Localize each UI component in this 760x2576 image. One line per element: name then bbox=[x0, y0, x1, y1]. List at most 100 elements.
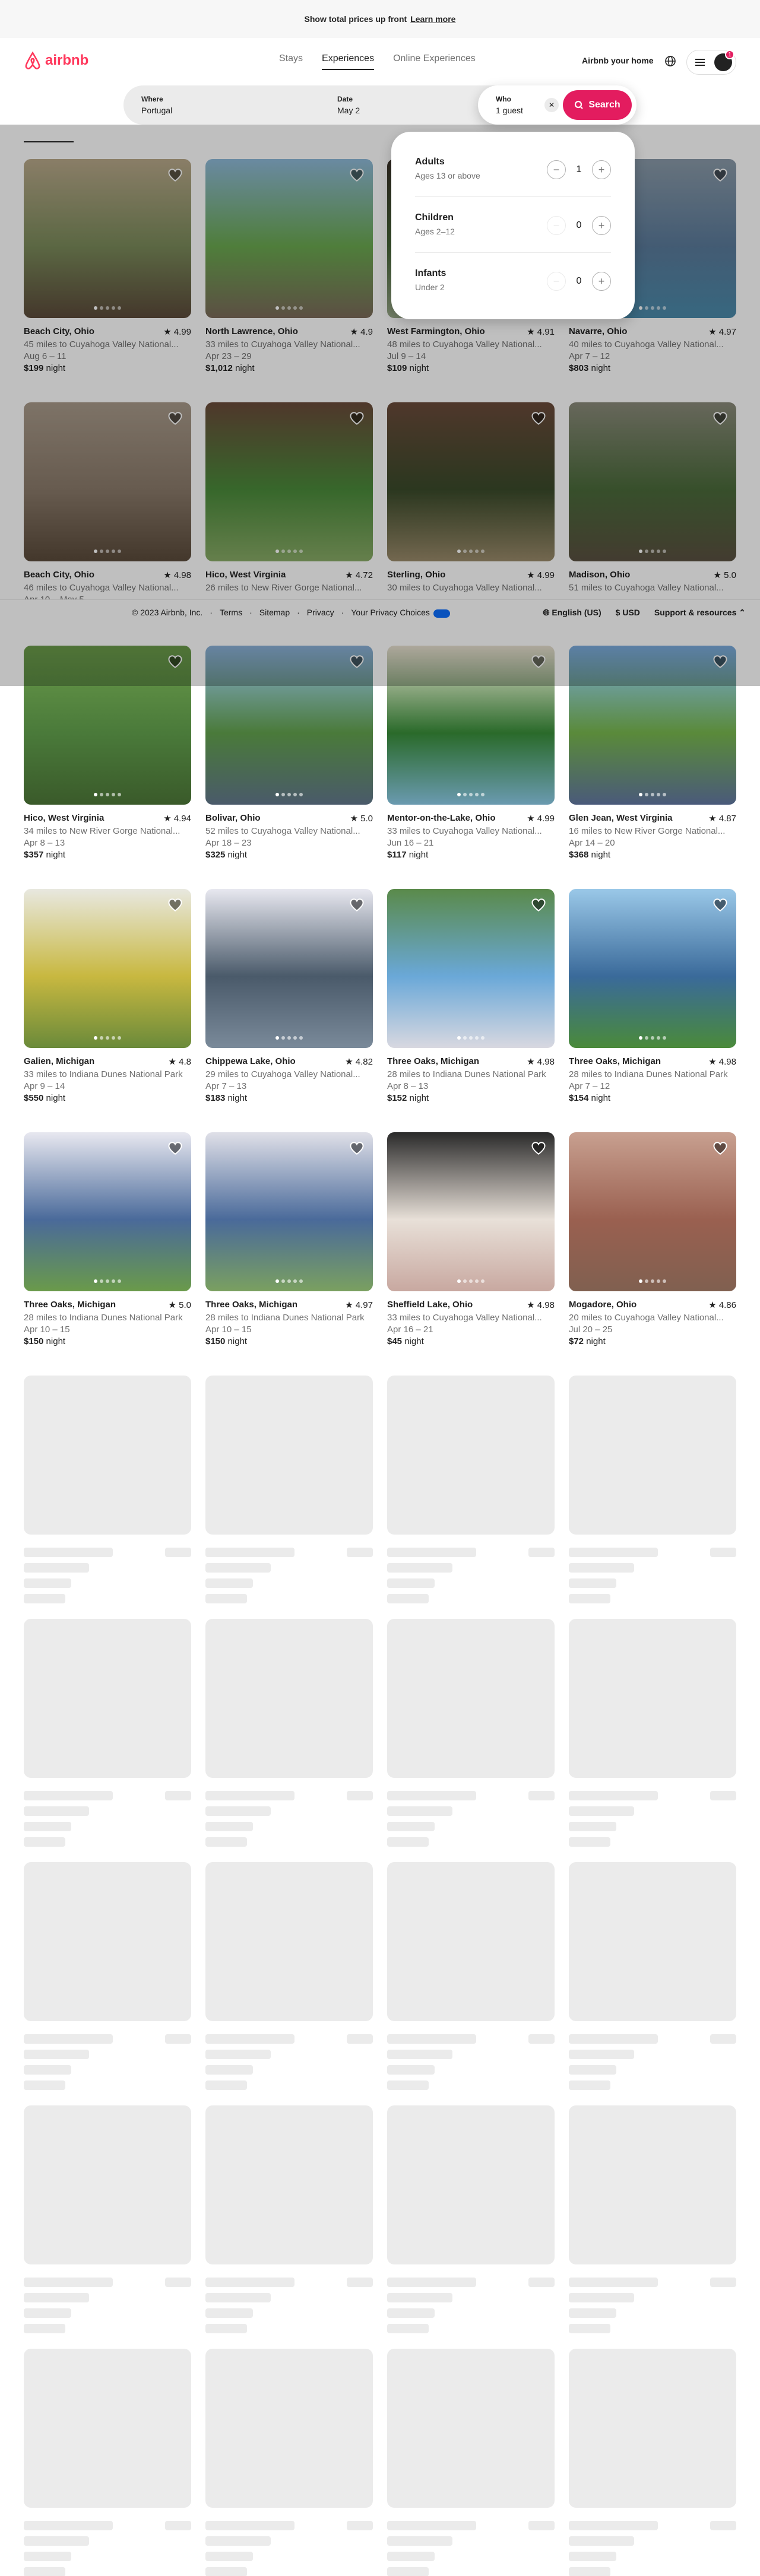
adults-count: 1 bbox=[576, 164, 582, 174]
listing-photo[interactable] bbox=[387, 1132, 555, 1291]
listing-photo[interactable] bbox=[205, 159, 373, 318]
close-icon[interactable]: ✕ bbox=[544, 98, 559, 112]
heart-icon[interactable] bbox=[167, 1141, 183, 1156]
where-field[interactable]: Where Portugal bbox=[124, 95, 190, 115]
tab-online-experiences[interactable]: Online Experiences bbox=[393, 53, 476, 70]
listing-title: Bolivar, Ohio bbox=[205, 813, 261, 823]
date-field[interactable]: Date May 2 bbox=[319, 95, 378, 115]
privacy-choices-link[interactable]: Your Privacy Choices bbox=[351, 608, 450, 618]
listing-card[interactable]: Glen Jean, West Virginia ★ 4.87 16 miles t… bbox=[569, 646, 736, 860]
who-field[interactable]: Who 1 guest ✕ Search bbox=[478, 85, 636, 125]
listing-photo[interactable] bbox=[24, 889, 191, 1048]
price-unit: night bbox=[404, 1336, 424, 1346]
listing-photo[interactable] bbox=[569, 646, 736, 805]
globe-icon[interactable] bbox=[664, 55, 677, 68]
heart-icon[interactable] bbox=[712, 654, 728, 669]
host-link[interactable]: Airbnb your home bbox=[582, 56, 654, 65]
heart-icon[interactable] bbox=[712, 411, 728, 426]
footer-links: © 2023 Airbnb, Inc. · Terms · Sitemap · … bbox=[132, 608, 450, 618]
heart-icon[interactable] bbox=[167, 897, 183, 913]
listing-photo[interactable] bbox=[569, 402, 736, 561]
listing-card[interactable]: Three Oaks, Michigan ★ 4.97 28 miles to In… bbox=[205, 1132, 373, 1346]
heart-icon[interactable] bbox=[167, 654, 183, 669]
heart-icon[interactable] bbox=[349, 167, 365, 183]
privacy-link[interactable]: Privacy bbox=[307, 608, 334, 617]
listing-card[interactable]: Sterling, Ohio ★ 4.99 30 miles to Cuyahoga… bbox=[387, 402, 555, 593]
avatar: 1 bbox=[714, 50, 734, 71]
listing-photo[interactable] bbox=[24, 159, 191, 318]
infants-decrement-button[interactable]: − bbox=[547, 272, 566, 291]
heart-icon[interactable] bbox=[712, 1141, 728, 1156]
heart-icon[interactable] bbox=[531, 654, 546, 669]
copyright: © 2023 Airbnb, Inc. bbox=[132, 608, 203, 618]
heart-icon[interactable] bbox=[167, 167, 183, 183]
search-button[interactable]: Search bbox=[563, 90, 632, 120]
heart-icon[interactable] bbox=[349, 411, 365, 426]
sitemap-link[interactable]: Sitemap bbox=[259, 608, 290, 617]
listing-card[interactable]: Sheffield Lake, Ohio ★ 4.98 33 miles to Cu… bbox=[387, 1132, 555, 1346]
listing-card[interactable]: Hico, West Virginia ★ 4.94 34 miles to New… bbox=[24, 646, 191, 860]
infants-increment-button[interactable]: + bbox=[592, 272, 611, 291]
listing-distance: 51 miles to Cuyahoga Valley National... bbox=[569, 583, 724, 593]
listing-card[interactable]: Chippewa Lake, Ohio ★ 4.82 29 miles to Cuy… bbox=[205, 889, 373, 1103]
tab-experiences[interactable]: Experiences bbox=[322, 53, 375, 70]
listing-photo[interactable] bbox=[24, 402, 191, 561]
listing-photo[interactable] bbox=[205, 646, 373, 805]
support-button[interactable]: Support & resources ⌃ bbox=[654, 608, 746, 618]
heart-icon[interactable] bbox=[531, 411, 546, 426]
skeleton-card bbox=[387, 2105, 555, 2333]
tab-stays[interactable]: Stays bbox=[279, 53, 303, 70]
listing-card[interactable]: Madison, Ohio ★ 5.0 51 miles to Cuyahoga V… bbox=[569, 402, 736, 593]
listing-dates: Apr 7 – 13 bbox=[205, 1081, 247, 1091]
infants-count: 0 bbox=[576, 276, 582, 286]
listing-card[interactable]: Beach City, Ohio ★ 4.99 45 miles to Cuyaho… bbox=[24, 159, 191, 373]
terms-link[interactable]: Terms bbox=[220, 608, 242, 617]
listing-photo[interactable] bbox=[205, 1132, 373, 1291]
listing-card[interactable]: Three Oaks, Michigan ★ 5.0 28 miles to Ind… bbox=[24, 1132, 191, 1346]
heart-icon[interactable] bbox=[531, 1141, 546, 1156]
listing-card[interactable]: Beach City, Ohio ★ 4.98 46 miles to Cuyaho… bbox=[24, 402, 191, 617]
profile-menu-button[interactable]: 1 bbox=[686, 50, 736, 75]
listing-photo[interactable] bbox=[24, 1132, 191, 1291]
listing-photo[interactable] bbox=[387, 889, 555, 1048]
heart-icon[interactable] bbox=[349, 897, 365, 913]
listing-card[interactable]: Three Oaks, Michigan ★ 4.98 28 miles to In… bbox=[387, 889, 555, 1103]
heart-icon[interactable] bbox=[712, 167, 728, 183]
listing-dates: Jul 20 – 25 bbox=[569, 1324, 613, 1335]
listing-rating: ★ 5.0 bbox=[168, 1300, 191, 1310]
listing-photo[interactable] bbox=[569, 1132, 736, 1291]
airbnb-logo[interactable]: airbnb bbox=[24, 51, 88, 70]
listing-photo[interactable] bbox=[24, 646, 191, 805]
listing-photo[interactable] bbox=[387, 646, 555, 805]
children-decrement-button[interactable]: − bbox=[547, 216, 566, 235]
skeleton-card bbox=[24, 1619, 191, 1847]
privacy-choices-label: Your Privacy Choices bbox=[351, 608, 430, 618]
listing-card[interactable]: Galien, Michigan ★ 4.8 33 miles to Indiana… bbox=[24, 889, 191, 1103]
listing-card[interactable]: Mentor-on-the-Lake, Ohio ★ 4.99 33 miles t… bbox=[387, 646, 555, 860]
listing-photo[interactable] bbox=[387, 402, 555, 561]
listing-rating: ★ 4.86 bbox=[708, 1300, 736, 1310]
listing-photo[interactable] bbox=[205, 402, 373, 561]
heart-icon[interactable] bbox=[349, 1141, 365, 1156]
listing-card[interactable]: North Lawrence, Ohio ★ 4.9 33 miles to Cuy… bbox=[205, 159, 373, 373]
language-button[interactable]: 🌐︎ English (US) bbox=[543, 608, 601, 618]
photo-pagination bbox=[94, 1036, 121, 1040]
footer: © 2023 Airbnb, Inc. · Terms · Sitemap · … bbox=[0, 599, 760, 625]
learn-more-link[interactable]: Learn more bbox=[410, 14, 455, 24]
listing-card[interactable]: Bolivar, Ohio ★ 5.0 52 miles to Cuyahoga V… bbox=[205, 646, 373, 860]
heart-icon[interactable] bbox=[531, 897, 546, 913]
adults-increment-button[interactable]: + bbox=[592, 160, 611, 179]
heart-icon[interactable] bbox=[167, 411, 183, 426]
listing-photo[interactable] bbox=[205, 889, 373, 1048]
listing-card[interactable]: Hico, West Virginia ★ 4.72 26 miles to New… bbox=[205, 402, 373, 593]
listing-distance: 30 miles to Cuyahoga Valley National... bbox=[387, 583, 542, 593]
children-increment-button[interactable]: + bbox=[592, 216, 611, 235]
listing-photo[interactable] bbox=[569, 889, 736, 1048]
listing-card[interactable]: Three Oaks, Michigan ★ 4.98 28 miles to In… bbox=[569, 889, 736, 1103]
listing-card[interactable]: Mogadore, Ohio ★ 4.86 20 miles to Cuyahoga… bbox=[569, 1132, 736, 1346]
currency-button[interactable]: $ USD bbox=[616, 608, 640, 618]
adults-decrement-button[interactable]: − bbox=[547, 160, 566, 179]
heart-icon[interactable] bbox=[712, 897, 728, 913]
heart-icon[interactable] bbox=[349, 654, 365, 669]
listing-title: Three Oaks, Michigan bbox=[24, 1300, 116, 1310]
